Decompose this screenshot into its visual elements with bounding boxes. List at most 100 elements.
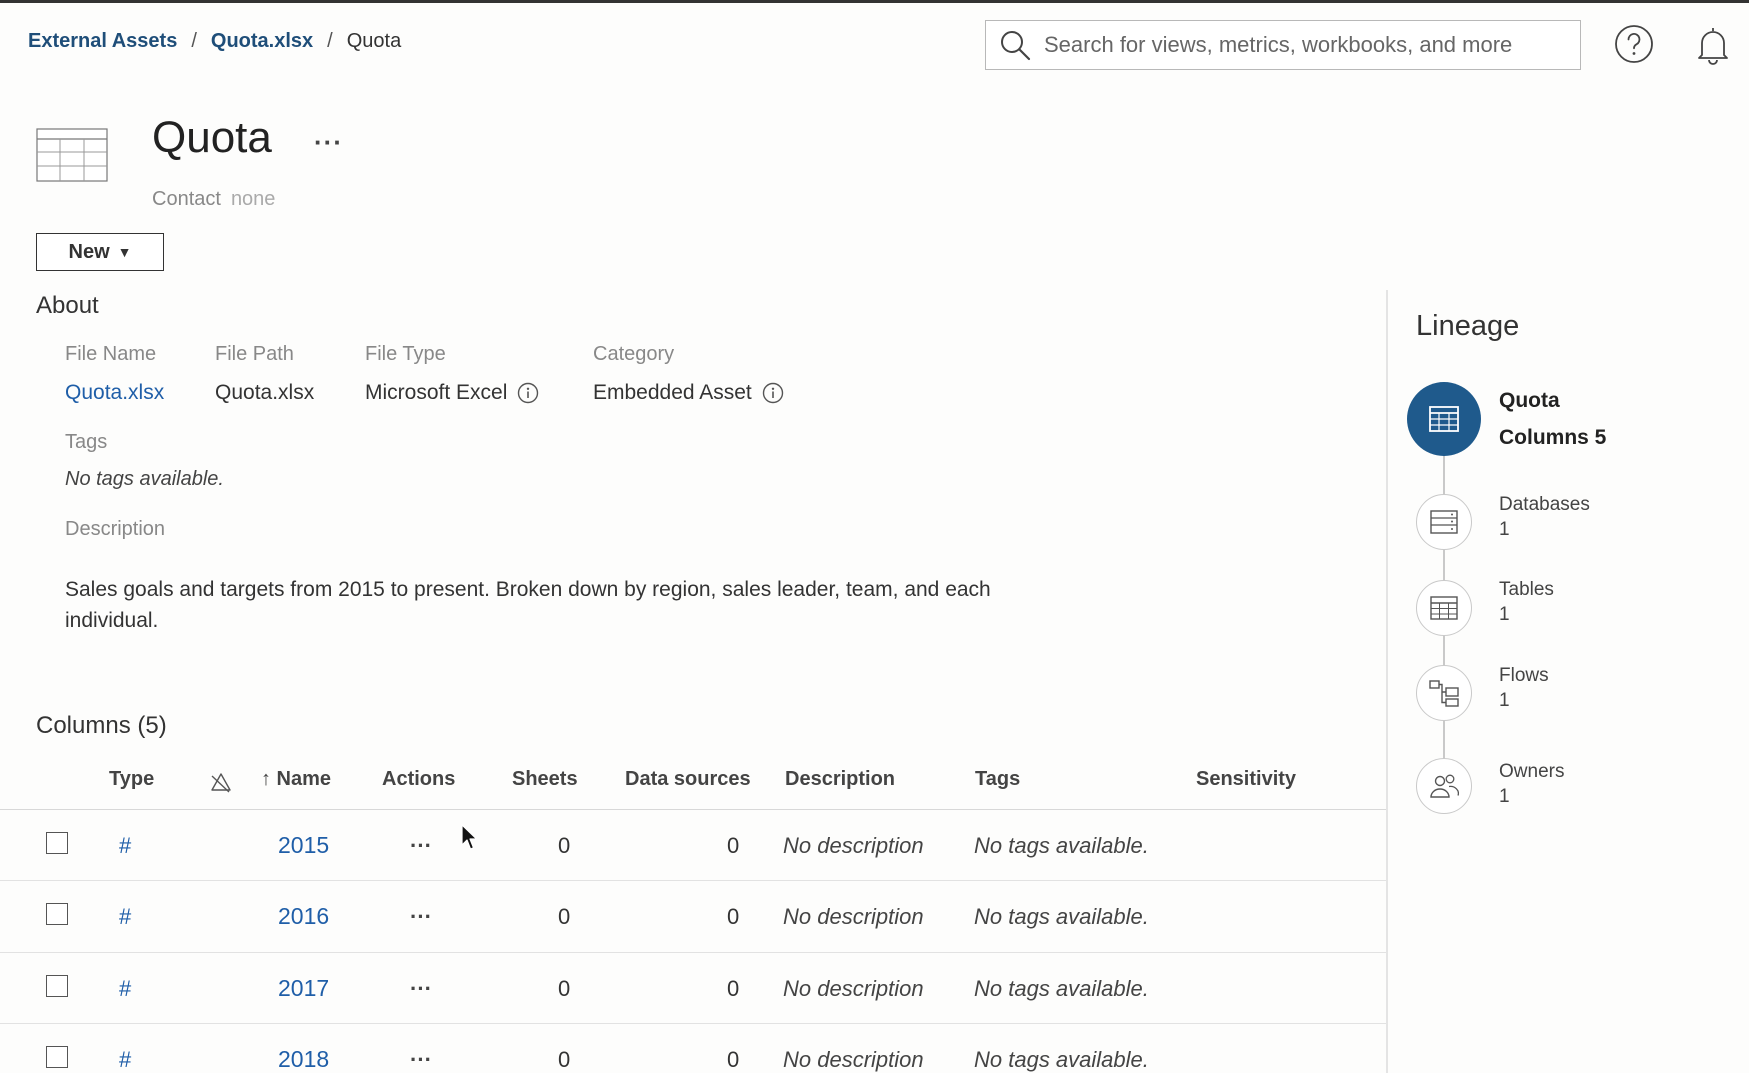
lineage-flows-title: Flows (1499, 665, 1549, 686)
owners-icon (1430, 774, 1459, 798)
table-header-divider (0, 809, 1386, 810)
new-button-label: New (68, 240, 110, 263)
column-header-description[interactable]: Description (785, 768, 895, 791)
column-header-name[interactable]: ↑ Name (261, 768, 331, 791)
row-actions-button[interactable]: ··· (410, 904, 432, 930)
lineage-databases-node[interactable] (1416, 494, 1472, 550)
number-type-icon: # (119, 904, 132, 929)
row-divider (0, 880, 1386, 881)
row-checkbox[interactable] (46, 832, 68, 854)
row-tags: No tags available. (974, 976, 1149, 1001)
lineage-databases-count: 1 (1499, 519, 1510, 540)
row-actions-button[interactable]: ··· (410, 1047, 432, 1073)
sheets-count: 0 (558, 904, 571, 929)
column-header-type[interactable]: Type (109, 768, 154, 791)
column-name-link[interactable]: 2018 (278, 1046, 329, 1073)
row-tags: No tags available. (974, 904, 1149, 929)
contact-value: none (230, 188, 276, 210)
lineage-owners-count: 1 (1499, 786, 1510, 807)
row-description: No description (783, 976, 924, 1001)
column-name-link[interactable]: 2017 (278, 975, 329, 1002)
sheets-count: 0 (558, 976, 571, 1001)
lineage-databases-title: Databases (1499, 494, 1590, 515)
data-quality-warning-icon[interactable] (209, 770, 233, 794)
lineage-owners-node[interactable] (1416, 758, 1472, 814)
row-divider (0, 952, 1386, 953)
column-header-sensitivity[interactable]: Sensitivity (1196, 768, 1296, 791)
breadcrumb: External Assets / Quota.xlsx / Quota (28, 30, 401, 53)
lineage-tables-count: 1 (1499, 604, 1510, 625)
lineage-flows-label[interactable]: Flows 1 (1499, 663, 1549, 713)
file-path-label: File Path (215, 343, 294, 365)
tags-label: Tags (65, 431, 108, 453)
search-input[interactable] (1042, 31, 1566, 59)
file-name-label: File Name (65, 343, 157, 365)
new-button[interactable]: New ▼ (36, 233, 164, 271)
search-box[interactable] (985, 20, 1581, 70)
lineage-quota-node[interactable] (1407, 382, 1481, 456)
contact-info: Contact none (152, 188, 275, 211)
page-title: Quota (152, 113, 272, 162)
row-description: No description (783, 833, 924, 858)
more-actions-button[interactable]: ··· (314, 127, 343, 158)
column-header-data-sources[interactable]: Data sources (625, 768, 751, 791)
row-tags: No tags available. (974, 1047, 1149, 1072)
row-description: No description (783, 904, 924, 929)
breadcrumb-external-assets[interactable]: External Assets (28, 30, 177, 53)
notification-bell-icon[interactable] (1693, 24, 1733, 66)
info-icon[interactable] (762, 382, 784, 404)
sheets-count: 0 (558, 833, 571, 858)
lineage-panel-divider (1386, 290, 1388, 1073)
row-description: No description (783, 1047, 924, 1072)
file-name-link[interactable]: Quota.xlsx (65, 381, 164, 405)
database-icon (1430, 510, 1458, 534)
lineage-quota-label: Quota Columns 5 (1499, 382, 1606, 456)
columns-heading: Columns (5) (36, 712, 167, 739)
table-icon (1430, 596, 1458, 620)
lineage-databases-label[interactable]: Databases 1 (1499, 492, 1590, 542)
lineage-flows-count: 1 (1499, 690, 1510, 711)
data-sources-count: 0 (727, 904, 740, 929)
row-divider (0, 1023, 1386, 1024)
table-icon (1429, 406, 1459, 432)
help-icon[interactable] (1614, 24, 1654, 64)
data-sources-count: 0 (727, 1047, 740, 1072)
search-icon (1001, 31, 1031, 61)
column-name-link[interactable]: 2015 (278, 832, 329, 859)
lineage-tables-title: Tables (1499, 579, 1554, 600)
column-header-tags[interactable]: Tags (975, 768, 1020, 791)
lineage-owners-title: Owners (1499, 761, 1565, 782)
data-sources-count: 0 (727, 976, 740, 1001)
category-value: Embedded Asset (593, 381, 752, 404)
row-checkbox[interactable] (46, 1046, 68, 1068)
lineage-heading: Lineage (1416, 310, 1520, 342)
row-checkbox[interactable] (46, 903, 68, 925)
top-border (0, 0, 1749, 3)
file-type-value: Microsoft Excel (365, 381, 508, 404)
file-type-label: File Type (365, 343, 446, 365)
flow-icon (1429, 680, 1459, 707)
category-label: Category (593, 343, 675, 365)
breadcrumb-separator: / (191, 30, 197, 52)
sheets-count: 0 (558, 1047, 571, 1072)
row-actions-button[interactable]: ··· (410, 833, 432, 859)
row-tags: No tags available. (974, 833, 1149, 858)
column-header-sheets[interactable]: Sheets (512, 768, 578, 791)
breadcrumb-quota-xlsx[interactable]: Quota.xlsx (211, 30, 313, 53)
lineage-flows-node[interactable] (1416, 665, 1472, 721)
category-field: Embedded Asset (593, 381, 784, 405)
lineage-tables-node[interactable] (1416, 580, 1472, 636)
column-name-link[interactable]: 2016 (278, 903, 329, 930)
description-label: Description (65, 518, 166, 540)
lineage-quota-columns: Columns 5 (1499, 426, 1607, 449)
number-type-icon: # (119, 833, 132, 858)
about-heading: About (36, 292, 99, 319)
info-icon[interactable] (517, 382, 539, 404)
caret-down-icon: ▼ (117, 244, 132, 260)
lineage-tables-label[interactable]: Tables 1 (1499, 577, 1554, 627)
row-actions-button[interactable]: ··· (410, 976, 432, 1002)
file-path-value: Quota.xlsx (215, 381, 315, 404)
lineage-owners-label[interactable]: Owners 1 (1499, 759, 1564, 809)
row-checkbox[interactable] (46, 975, 68, 997)
breadcrumb-current: Quota (346, 30, 402, 52)
